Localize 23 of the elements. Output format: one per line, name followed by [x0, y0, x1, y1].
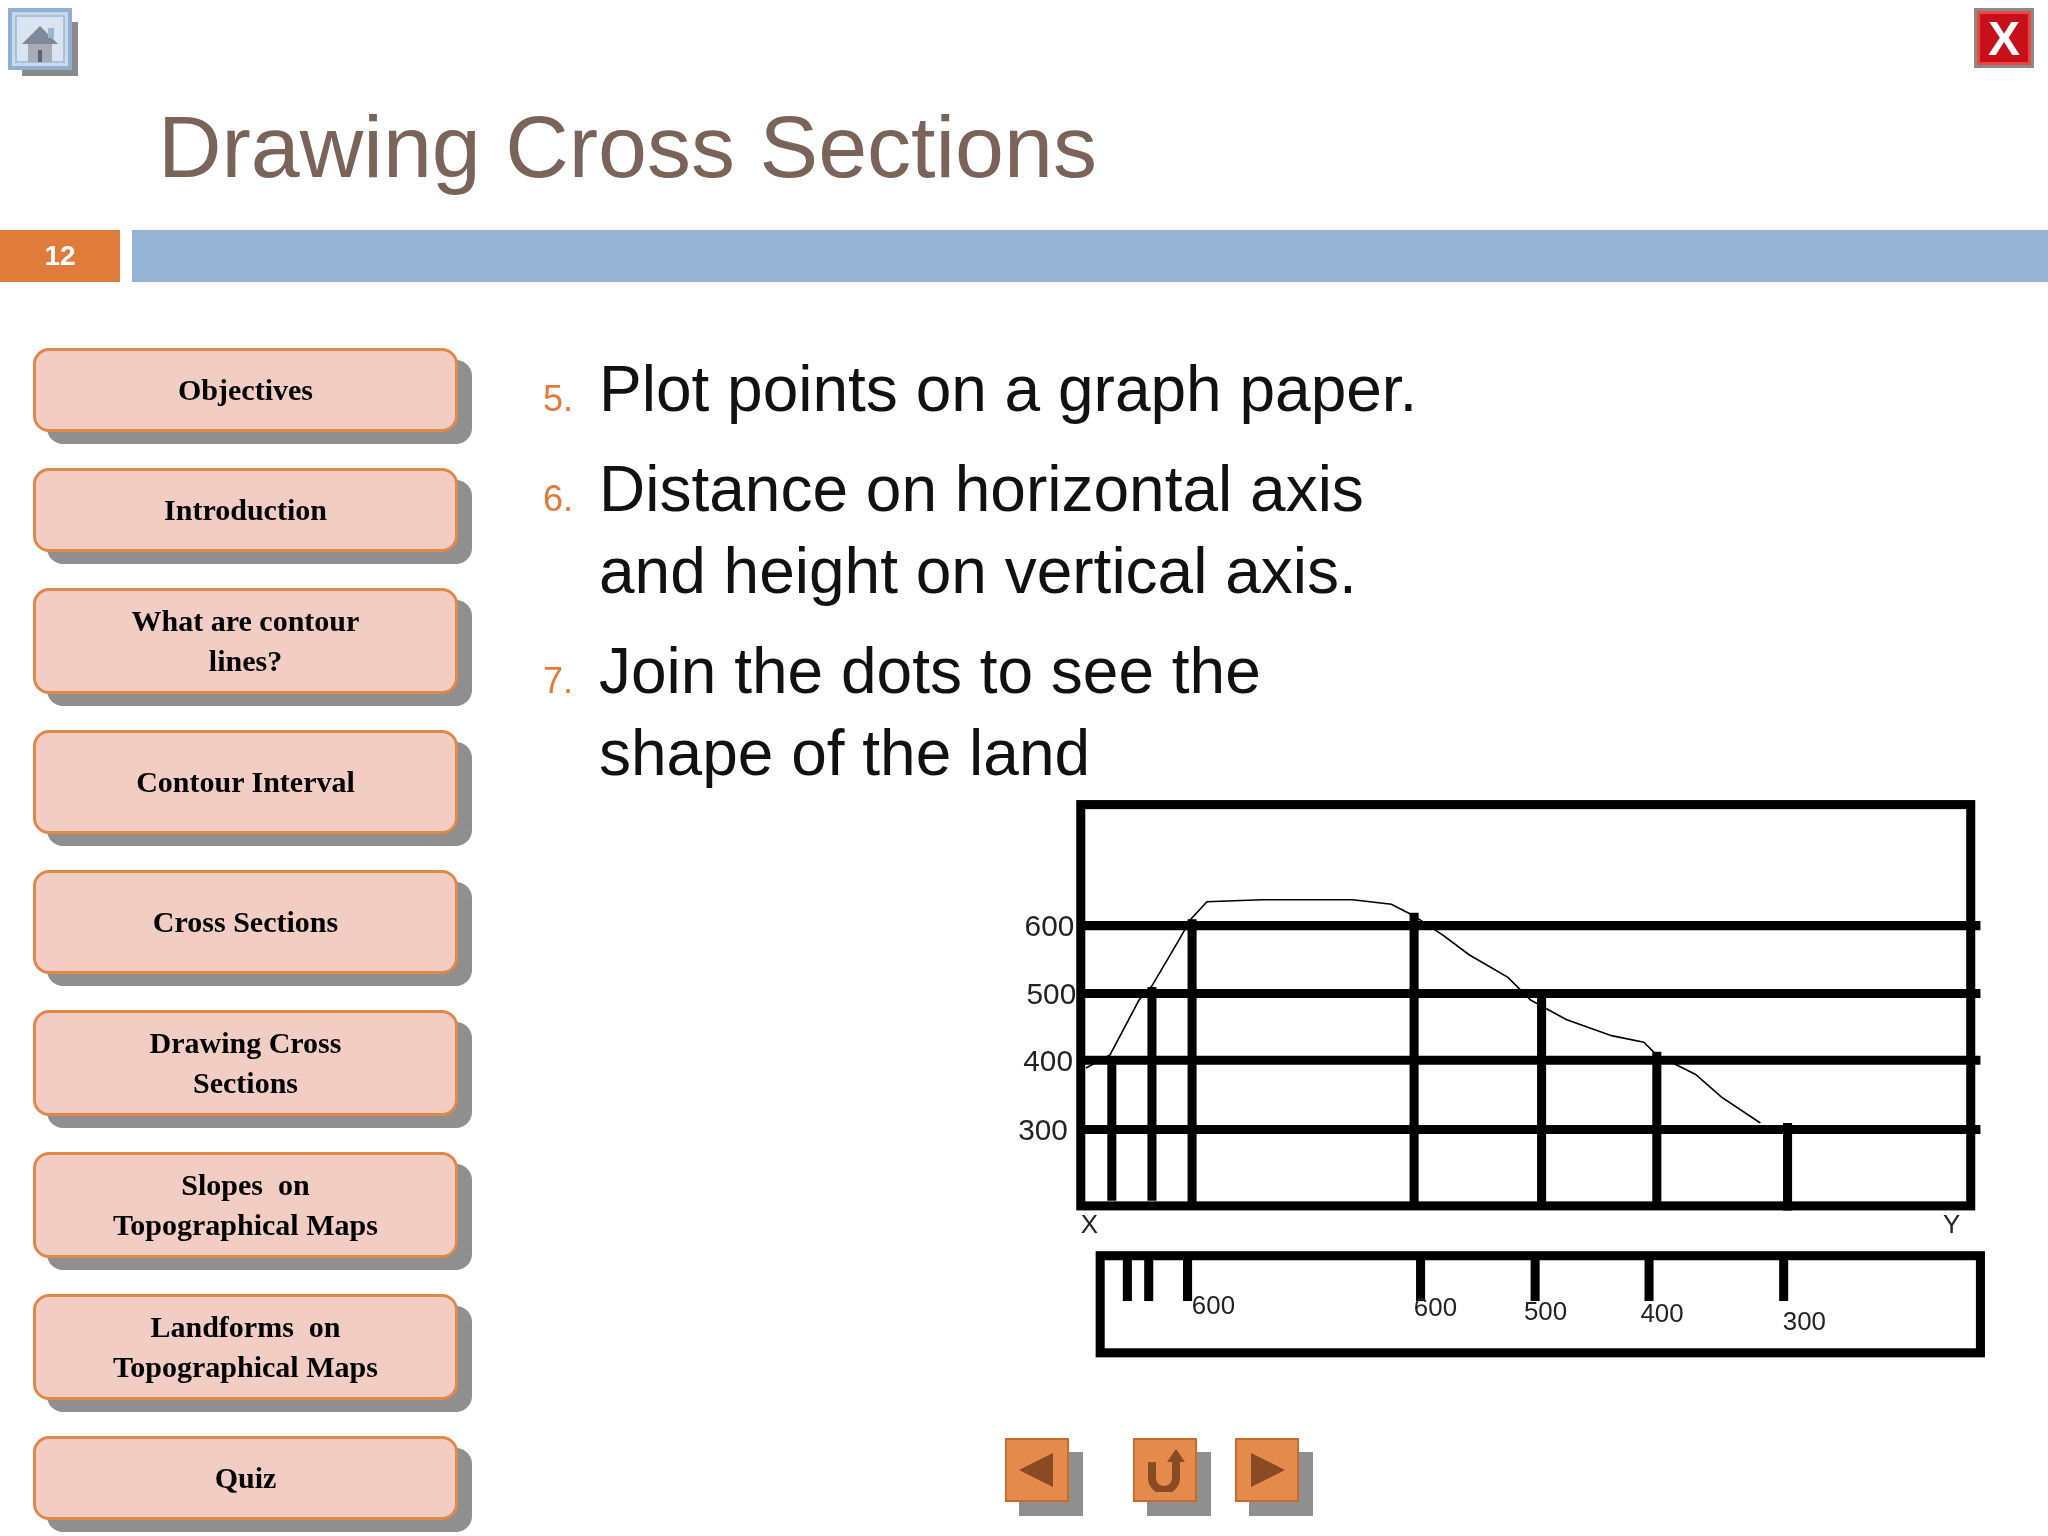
height-label: 500 [1026, 976, 1077, 1010]
step-text: Distance on horizontal axis and height on vertical axis. [599, 452, 1365, 609]
step-number: 7. [543, 660, 575, 702]
height-label: 600 [1024, 909, 1075, 942]
step-number: 5. [543, 378, 575, 420]
close-button[interactable]: X [1974, 8, 2034, 68]
distance-label: 600 [1413, 1292, 1458, 1321]
distance-label: 400 [1640, 1299, 1684, 1328]
end-label: X [1080, 1210, 1099, 1239]
end-label: Y [1942, 1210, 1961, 1239]
step-text: Plot points on a graph paper. [599, 352, 1419, 427]
step-text: Join the dots to see the shape of the land [599, 634, 1262, 791]
slide-number: 12 [0, 230, 120, 282]
home-button[interactable] [8, 8, 78, 76]
house-icon [8, 8, 78, 76]
height-label: 300 [1018, 1112, 1068, 1146]
step-number: 6. [543, 478, 575, 520]
slide-title: Drawing Cross Sections [158, 96, 1098, 198]
u-turn-arrow-icon [1145, 1448, 1185, 1492]
distance-label: 500 [1523, 1297, 1568, 1326]
height-label: 400 [1023, 1043, 1073, 1077]
distance-label: 300 [1782, 1307, 1826, 1336]
distance-label: 600 [1191, 1291, 1236, 1319]
